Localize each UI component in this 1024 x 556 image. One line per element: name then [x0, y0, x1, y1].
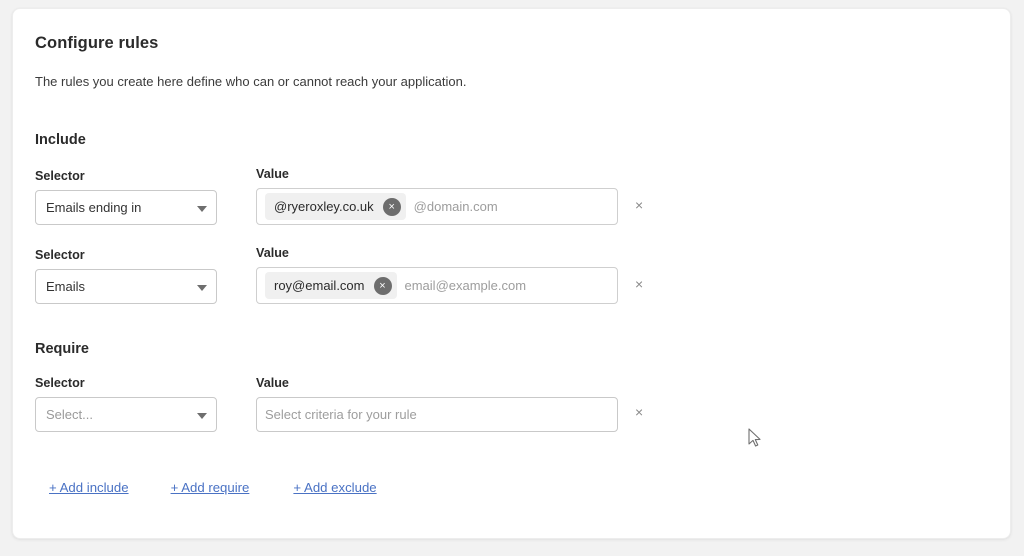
- add-exclude-link[interactable]: + Add exclude: [293, 480, 376, 495]
- value-tag: roy@email.com ×: [265, 272, 397, 299]
- value-input-placeholder[interactable]: Select criteria for your rule: [265, 407, 609, 422]
- remove-rule-icon[interactable]: ×: [631, 401, 647, 423]
- add-include-link[interactable]: + Add include: [49, 480, 129, 495]
- value-tag-input[interactable]: roy@email.com × email@example.com: [256, 267, 618, 304]
- value-label: Value: [256, 375, 618, 391]
- page-title: Configure rules: [35, 33, 990, 53]
- tag-remove-icon[interactable]: ×: [374, 277, 392, 295]
- selector-field-group: Selector Select...: [35, 375, 217, 432]
- rule-row: Selector Emails Value roy@email.com ×: [35, 245, 990, 304]
- selector-label: Selector: [35, 247, 217, 263]
- selector-dropdown-wrap: Emails ending in: [35, 190, 217, 225]
- value-label: Value: [256, 166, 618, 182]
- section-heading-require: Require: [35, 340, 990, 358]
- value-tag-input[interactable]: @ryeroxley.co.uk × @domain.com: [256, 188, 618, 225]
- rule-row: Selector Select... Value Select criteria…: [35, 375, 990, 432]
- value-field-group: Value roy@email.com × email@example.com: [256, 245, 618, 304]
- value-tag-label: roy@email.com: [274, 278, 365, 293]
- selector-field-group: Selector Emails: [35, 247, 217, 304]
- value-tag: @ryeroxley.co.uk ×: [265, 193, 406, 220]
- selector-label: Selector: [35, 375, 217, 391]
- page-background: Configure rules The rules you create her…: [0, 0, 1024, 556]
- rule-row: Selector Emails ending in Value @ryeroxl…: [35, 166, 990, 225]
- value-label: Value: [256, 245, 618, 261]
- page-description: The rules you create here define who can…: [35, 73, 990, 91]
- value-input[interactable]: Select criteria for your rule: [256, 397, 618, 432]
- value-tag-label: @ryeroxley.co.uk: [274, 199, 374, 214]
- configure-rules-card: Configure rules The rules you create her…: [12, 8, 1011, 539]
- selector-dropdown[interactable]: Emails: [35, 269, 217, 304]
- section-require: Require Selector Select... Value Select …: [35, 340, 990, 432]
- selector-label: Selector: [35, 168, 217, 184]
- selector-dropdown[interactable]: Emails ending in: [35, 190, 217, 225]
- remove-rule-icon[interactable]: ×: [631, 273, 647, 295]
- value-field-group: Value Select criteria for your rule: [256, 375, 618, 432]
- add-rule-links: + Add include + Add require + Add exclud…: [49, 480, 990, 495]
- value-input-placeholder[interactable]: @domain.com: [414, 199, 609, 214]
- card-content: Configure rules The rules you create her…: [35, 33, 990, 495]
- selector-dropdown[interactable]: Select...: [35, 397, 217, 432]
- section-include: Include Selector Emails ending in Value: [35, 131, 990, 304]
- value-field-group: Value @ryeroxley.co.uk × @domain.com: [256, 166, 618, 225]
- selector-dropdown-wrap: Emails: [35, 269, 217, 304]
- selector-field-group: Selector Emails ending in: [35, 168, 217, 225]
- selector-dropdown-wrap: Select...: [35, 397, 217, 432]
- remove-rule-icon[interactable]: ×: [631, 194, 647, 216]
- section-heading-include: Include: [35, 131, 990, 149]
- tag-remove-icon[interactable]: ×: [383, 198, 401, 216]
- value-input-placeholder[interactable]: email@example.com: [405, 278, 610, 293]
- add-require-link[interactable]: + Add require: [171, 480, 250, 495]
